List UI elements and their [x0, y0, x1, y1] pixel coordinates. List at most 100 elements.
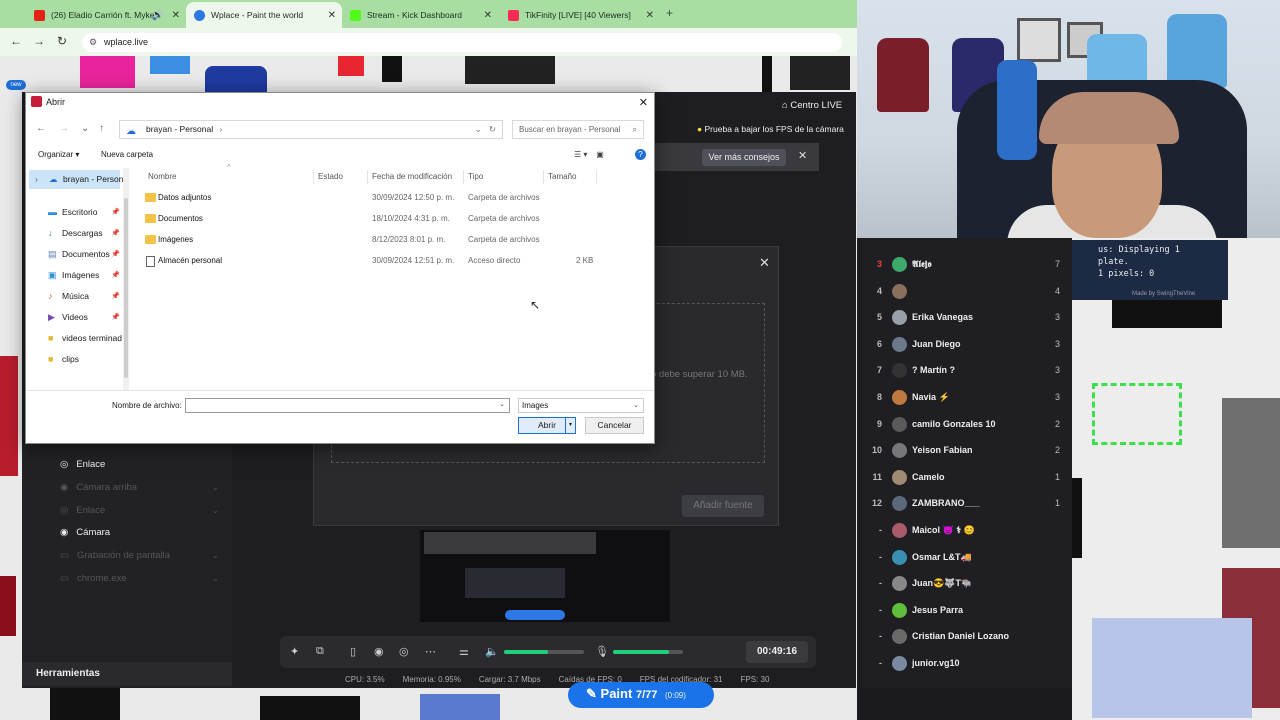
- nav-item-clips[interactable]: ■ clips: [27, 350, 123, 369]
- replay-icon[interactable]: ◎: [399, 645, 409, 658]
- more-icon[interactable]: ⋯: [425, 645, 436, 658]
- viewer-row[interactable]: 12 ZAMBRANO___ 1: [862, 491, 1072, 517]
- chevron-down-icon[interactable]: ⌄: [212, 574, 219, 583]
- more-tips-button[interactable]: Ver más consejos: [702, 149, 786, 166]
- file-row[interactable]: Datos adjuntos 30/09/2024 12:50 p. m. Ca…: [131, 188, 651, 208]
- phone-icon[interactable]: ▯: [350, 645, 356, 658]
- speaker-icon[interactable]: 🔈: [485, 645, 499, 658]
- viewer-row[interactable]: 8 Navia ⚡ 3: [862, 385, 1072, 411]
- site-info-icon[interactable]: ⚙: [89, 33, 97, 52]
- tools-header[interactable]: Herramientas: [22, 662, 232, 686]
- record-icon[interactable]: ◉: [374, 645, 384, 658]
- column-type[interactable]: Tipo: [468, 172, 483, 181]
- viewer-row[interactable]: 5 Erika Vanegas 3: [862, 305, 1072, 331]
- organize-button[interactable]: Organizar ▾: [38, 150, 79, 159]
- tab-tikfinity[interactable]: TikFinity [LIVE] [40 Viewers] ✕: [500, 4, 660, 26]
- centro-live-button[interactable]: ⌂ Centro LIVE: [782, 100, 842, 111]
- path-bar[interactable]: ☁ brayan - Personal › ⌄ ↻: [119, 120, 503, 139]
- source-item[interactable]: ◎ Enlace: [60, 459, 105, 470]
- column-size[interactable]: Tamaño: [548, 172, 576, 181]
- viewer-row[interactable]: 3 𝕬𝖑𝖊𝖏𝖔 7: [862, 252, 1072, 278]
- chevron-down-icon[interactable]: ⌄: [212, 551, 219, 560]
- source-item[interactable]: ◎ Enlace ⌄: [60, 505, 219, 516]
- viewer-row[interactable]: 10 Yeison Fabian 2: [862, 438, 1072, 464]
- viewer-row[interactable]: - Juan😎🐺T🐃: [862, 571, 1072, 597]
- search-field[interactable]: Buscar en brayan - Personal ⌕: [512, 120, 644, 139]
- file-row[interactable]: Almacén personal 30/09/2024 12:51 p. m. …: [131, 251, 651, 271]
- column-name[interactable]: Nombre: [148, 172, 176, 181]
- column-status[interactable]: Estado: [318, 172, 343, 181]
- nav-item-personal[interactable]: › ☁ brayan - Person: [29, 170, 123, 189]
- url-field[interactable]: ⚙ wplace.live: [82, 33, 842, 52]
- viewer-row[interactable]: 9 camilo Gonzales 10 2: [862, 412, 1072, 438]
- back-icon[interactable]: ←: [10, 34, 22, 48]
- file-type-filter[interactable]: Images ⌄: [518, 398, 644, 413]
- tab-wplace[interactable]: Wplace - Paint the world ✕: [186, 2, 342, 28]
- open-button[interactable]: Abrir ▾: [518, 417, 576, 434]
- source-item[interactable]: ▭ chrome.exe ⌄: [60, 573, 219, 584]
- split-dropdown-icon[interactable]: ▾: [565, 418, 575, 433]
- settings-icon[interactable]: ⚌: [459, 645, 469, 658]
- forward-icon[interactable]: →: [33, 34, 45, 48]
- nav-item-desktop[interactable]: ▬ Escritorio 📌: [27, 203, 123, 222]
- up-icon[interactable]: ↑: [99, 123, 104, 134]
- close-icon[interactable]: ✕: [798, 149, 807, 162]
- reload-icon[interactable]: ↻: [57, 34, 67, 48]
- viewer-row[interactable]: 44: [862, 279, 1072, 305]
- desktop-icon: ▬: [48, 207, 57, 217]
- pin-icon: 📌: [111, 230, 120, 237]
- viewer-row[interactable]: 7 ? Martín ? 3: [862, 358, 1072, 384]
- source-item[interactable]: ▭ Grabación de pantalla ⌄: [60, 550, 219, 561]
- viewer-row[interactable]: - Cristian Daniel Lozano: [862, 624, 1072, 650]
- nav-item-documents[interactable]: ▤ Documentos 📌: [27, 245, 123, 264]
- column-modified[interactable]: Fecha de modificación: [372, 172, 452, 181]
- forward-icon[interactable]: →: [59, 123, 69, 134]
- close-icon[interactable]: ✕: [484, 10, 492, 21]
- chevron-down-icon[interactable]: ⌄: [81, 123, 89, 134]
- tab-kick[interactable]: Stream - Kick Dashboard ✕: [342, 4, 498, 26]
- source-item[interactable]: ◉ Cámara: [60, 527, 110, 538]
- viewer-row[interactable]: 11 Camelo 1: [862, 465, 1072, 491]
- close-icon[interactable]: ✕: [639, 94, 648, 112]
- new-folder-button[interactable]: Nueva carpeta: [101, 150, 153, 159]
- tab-youtube[interactable]: (26) Eladio Carrión ft. Myke 🔊 ✕: [26, 4, 186, 26]
- add-source-button[interactable]: Añadir fuente: [682, 495, 764, 517]
- viewer-row[interactable]: - Maicol 😈 ⚕ 😊: [862, 518, 1072, 544]
- nav-item-downloads[interactable]: ↓ Descargas 📌: [27, 224, 123, 243]
- nav-scrollbar[interactable]: [123, 168, 129, 390]
- viewer-row[interactable]: - junior.vg10: [862, 651, 1072, 677]
- browser-tab-bar: (26) Eladio Carrión ft. Myke 🔊 ✕ Wplace …: [0, 0, 857, 28]
- close-icon[interactable]: ✕: [646, 10, 654, 21]
- source-item[interactable]: ◉ Cámara arriba ⌄: [60, 482, 219, 493]
- viewer-row[interactable]: - Jesus Parra: [862, 598, 1072, 624]
- new-tab-button[interactable]: +: [666, 6, 673, 20]
- mic-volume-meter[interactable]: [613, 650, 683, 654]
- nav-item-music[interactable]: ♪ Música 📌: [27, 287, 123, 306]
- refresh-icon[interactable]: ⌄ ↻: [475, 121, 496, 138]
- view-options-icon[interactable]: ☰ ▾ ▣: [574, 150, 604, 159]
- file-type: Carpeta de archivos: [468, 214, 540, 223]
- chevron-down-icon[interactable]: ⌄: [499, 400, 505, 408]
- cancel-button[interactable]: Cancelar: [585, 417, 644, 434]
- chevron-down-icon[interactable]: ⌄: [212, 506, 219, 515]
- magic-icon[interactable]: ✦: [290, 645, 299, 658]
- chevron-down-icon[interactable]: ⌄: [212, 483, 219, 492]
- close-icon[interactable]: ✕: [328, 10, 336, 21]
- mic-icon[interactable]: 🎙: [595, 645, 609, 658]
- nav-item-images[interactable]: ▣ Imágenes 📌: [27, 266, 123, 285]
- file-row[interactable]: Documentos 18/10/2024 4:31 p. m. Carpeta…: [131, 209, 651, 229]
- paint-button[interactable]: ✎ Paint 7/77 (0:09): [568, 682, 714, 708]
- file-row[interactable]: Imágenes 8/12/2023 8:01 p. m. Carpeta de…: [131, 230, 651, 250]
- nav-item-videos-terminados[interactable]: ■ videos terminad: [27, 329, 123, 348]
- viewer-row[interactable]: 6 Juan Diego 3: [862, 332, 1072, 358]
- back-icon[interactable]: ←: [36, 123, 46, 134]
- filename-input[interactable]: ⌄: [185, 398, 510, 413]
- layout-icon[interactable]: ⧉: [316, 645, 324, 658]
- path-segment[interactable]: brayan - Personal: [146, 124, 213, 134]
- close-icon[interactable]: ✕: [759, 255, 770, 271]
- close-icon[interactable]: ✕: [172, 10, 180, 21]
- speaker-volume-meter[interactable]: [504, 650, 584, 654]
- help-icon[interactable]: ?: [635, 149, 646, 160]
- viewer-row[interactable]: - Osmar L&T🚚: [862, 545, 1072, 571]
- nav-item-videos[interactable]: ▶ Videos 📌: [27, 308, 123, 327]
